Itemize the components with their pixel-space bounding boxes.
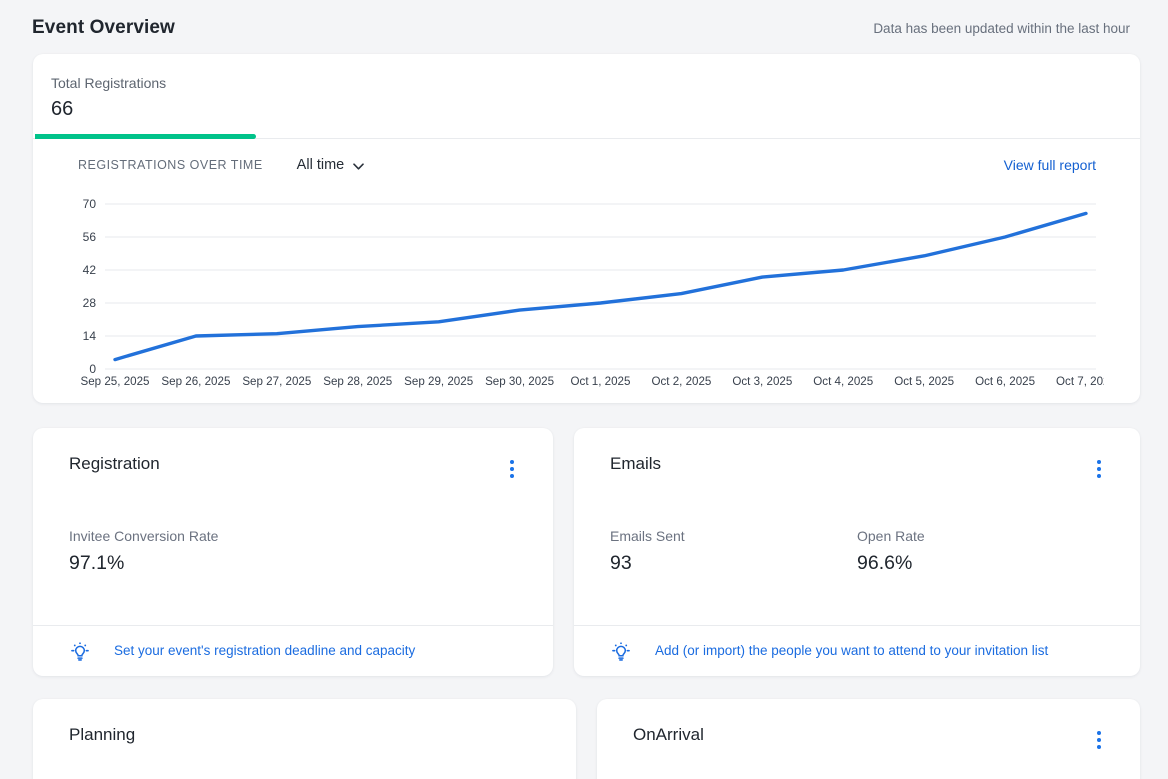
svg-text:Sep 27, 2025: Sep 27, 2025 (242, 375, 311, 388)
card-title: OnArrival (633, 725, 704, 744)
tab-total-registrations[interactable]: Total Registrations 66 (33, 54, 255, 138)
card-footer: Set your event's registration deadline a… (33, 625, 553, 676)
card-title: Registration (69, 454, 160, 473)
page-root: Event Overview Data has been updated wit… (0, 0, 1168, 779)
svg-text:Sep 30, 2025: Sep 30, 2025 (485, 375, 554, 388)
svg-text:Oct 4, 2025: Oct 4, 2025 (813, 375, 873, 388)
card-registration: Registration Invitee Conversion Rate 97.… (33, 428, 553, 676)
card-onarrival: OnArrival (597, 699, 1140, 779)
card-emails: Emails Emails Sent 93 Open Rate 96.6% Ad… (574, 428, 1140, 676)
chart-wrap: 0 14 28 42 56 70 Sep 25, 2025 Sep 26, 2025 Sep 2… (33, 185, 1140, 403)
svg-text:Oct 6, 2025: Oct 6, 2025 (975, 375, 1035, 388)
svg-text:14: 14 (83, 329, 97, 343)
svg-text:Sep 28, 2025: Sep 28, 2025 (323, 375, 392, 388)
kebab-menu-icon (510, 460, 514, 478)
chart-header: REGISTRATIONS OVER TIME All time View fu… (78, 157, 1096, 173)
overview-card: Total Registrations 66 REGISTRATIONS OVE… (33, 54, 1140, 403)
svg-text:Oct 7, 2025: Oct 7, 2025 (1056, 375, 1104, 388)
registration-more-options-button[interactable] (499, 455, 525, 486)
card-planning: Planning (33, 699, 576, 779)
onarrival-more-options-button[interactable] (1086, 726, 1112, 757)
bottom-cards-grid: Planning OnArrival (33, 699, 1140, 779)
card-head: OnArrival (597, 699, 1140, 757)
page-header: Event Overview Data has been updated wit… (0, 0, 1168, 54)
card-title: Emails (610, 454, 662, 473)
svg-text:Oct 2, 2025: Oct 2, 2025 (651, 375, 711, 388)
metric-value: 97.1% (69, 552, 125, 574)
svg-text:Oct 3, 2025: Oct 3, 2025 (732, 375, 792, 388)
card-head: Registration (33, 428, 553, 486)
registration-tip-link[interactable]: Set your event's registration deadline a… (114, 641, 415, 662)
card-head: Planning (33, 699, 576, 745)
svg-text:Sep 26, 2025: Sep 26, 2025 (161, 375, 230, 388)
card-body: Invitee Conversion Rate 97.1% (33, 486, 553, 625)
metric-invitee-conversion: Invitee Conversion Rate 97.1% (69, 528, 316, 575)
page-title: Event Overview (32, 17, 175, 38)
metric-label: Invitee Conversion Rate (69, 528, 219, 544)
metric-open-rate: Open Rate 96.6% (857, 528, 1104, 575)
lightbulb-icon (610, 640, 632, 663)
view-full-report-link[interactable]: View full report (1004, 157, 1096, 173)
kebab-menu-icon (1097, 460, 1101, 478)
metric-emails-sent: Emails Sent 93 (610, 528, 857, 575)
kebab-menu-icon (1097, 731, 1101, 749)
svg-text:Oct 1, 2025: Oct 1, 2025 (571, 375, 631, 388)
svg-text:56: 56 (83, 230, 97, 244)
emails-tip-link[interactable]: Add (or import) the people you want to a… (655, 641, 1048, 662)
card-head: Emails (574, 428, 1140, 486)
svg-text:Oct 5, 2025: Oct 5, 2025 (894, 375, 954, 388)
metric-label: Open Rate (857, 528, 925, 544)
svg-text:Sep 25, 2025: Sep 25, 2025 (81, 375, 150, 388)
registrations-chart: 01428425670Sep 25, 2025 Sep 26, 2025 Sep 2… (81, 197, 1104, 388)
active-tab-indicator (35, 134, 256, 139)
metric-label: Emails Sent (610, 528, 685, 544)
card-title: Planning (69, 725, 136, 744)
metric-value: 93 (610, 552, 632, 574)
svg-text:28: 28 (83, 296, 97, 310)
metric-value: 96.6% (857, 552, 913, 574)
tab-value: 66 (51, 98, 74, 120)
tab-label: Total Registrations (51, 75, 167, 91)
card-body: Emails Sent 93 Open Rate 96.6% (574, 486, 1140, 625)
chevron-down-icon (353, 162, 365, 170)
card-footer: Add (or import) the people you want to a… (574, 625, 1140, 676)
time-range-value: All time (296, 157, 345, 173)
svg-text:Sep 29, 2025: Sep 29, 2025 (404, 375, 473, 388)
chart-section-title: REGISTRATIONS OVER TIME (78, 158, 263, 172)
svg-text:42: 42 (83, 263, 97, 277)
tabs-row: Total Registrations 66 (33, 54, 1140, 139)
svg-text:70: 70 (83, 197, 97, 211)
emails-more-options-button[interactable] (1086, 455, 1112, 486)
lightbulb-icon (69, 640, 91, 663)
cards-grid: Registration Invitee Conversion Rate 97.… (33, 428, 1140, 676)
data-updated-note: Data has been updated within the last ho… (873, 20, 1130, 36)
time-range-dropdown[interactable]: All time (297, 157, 365, 173)
